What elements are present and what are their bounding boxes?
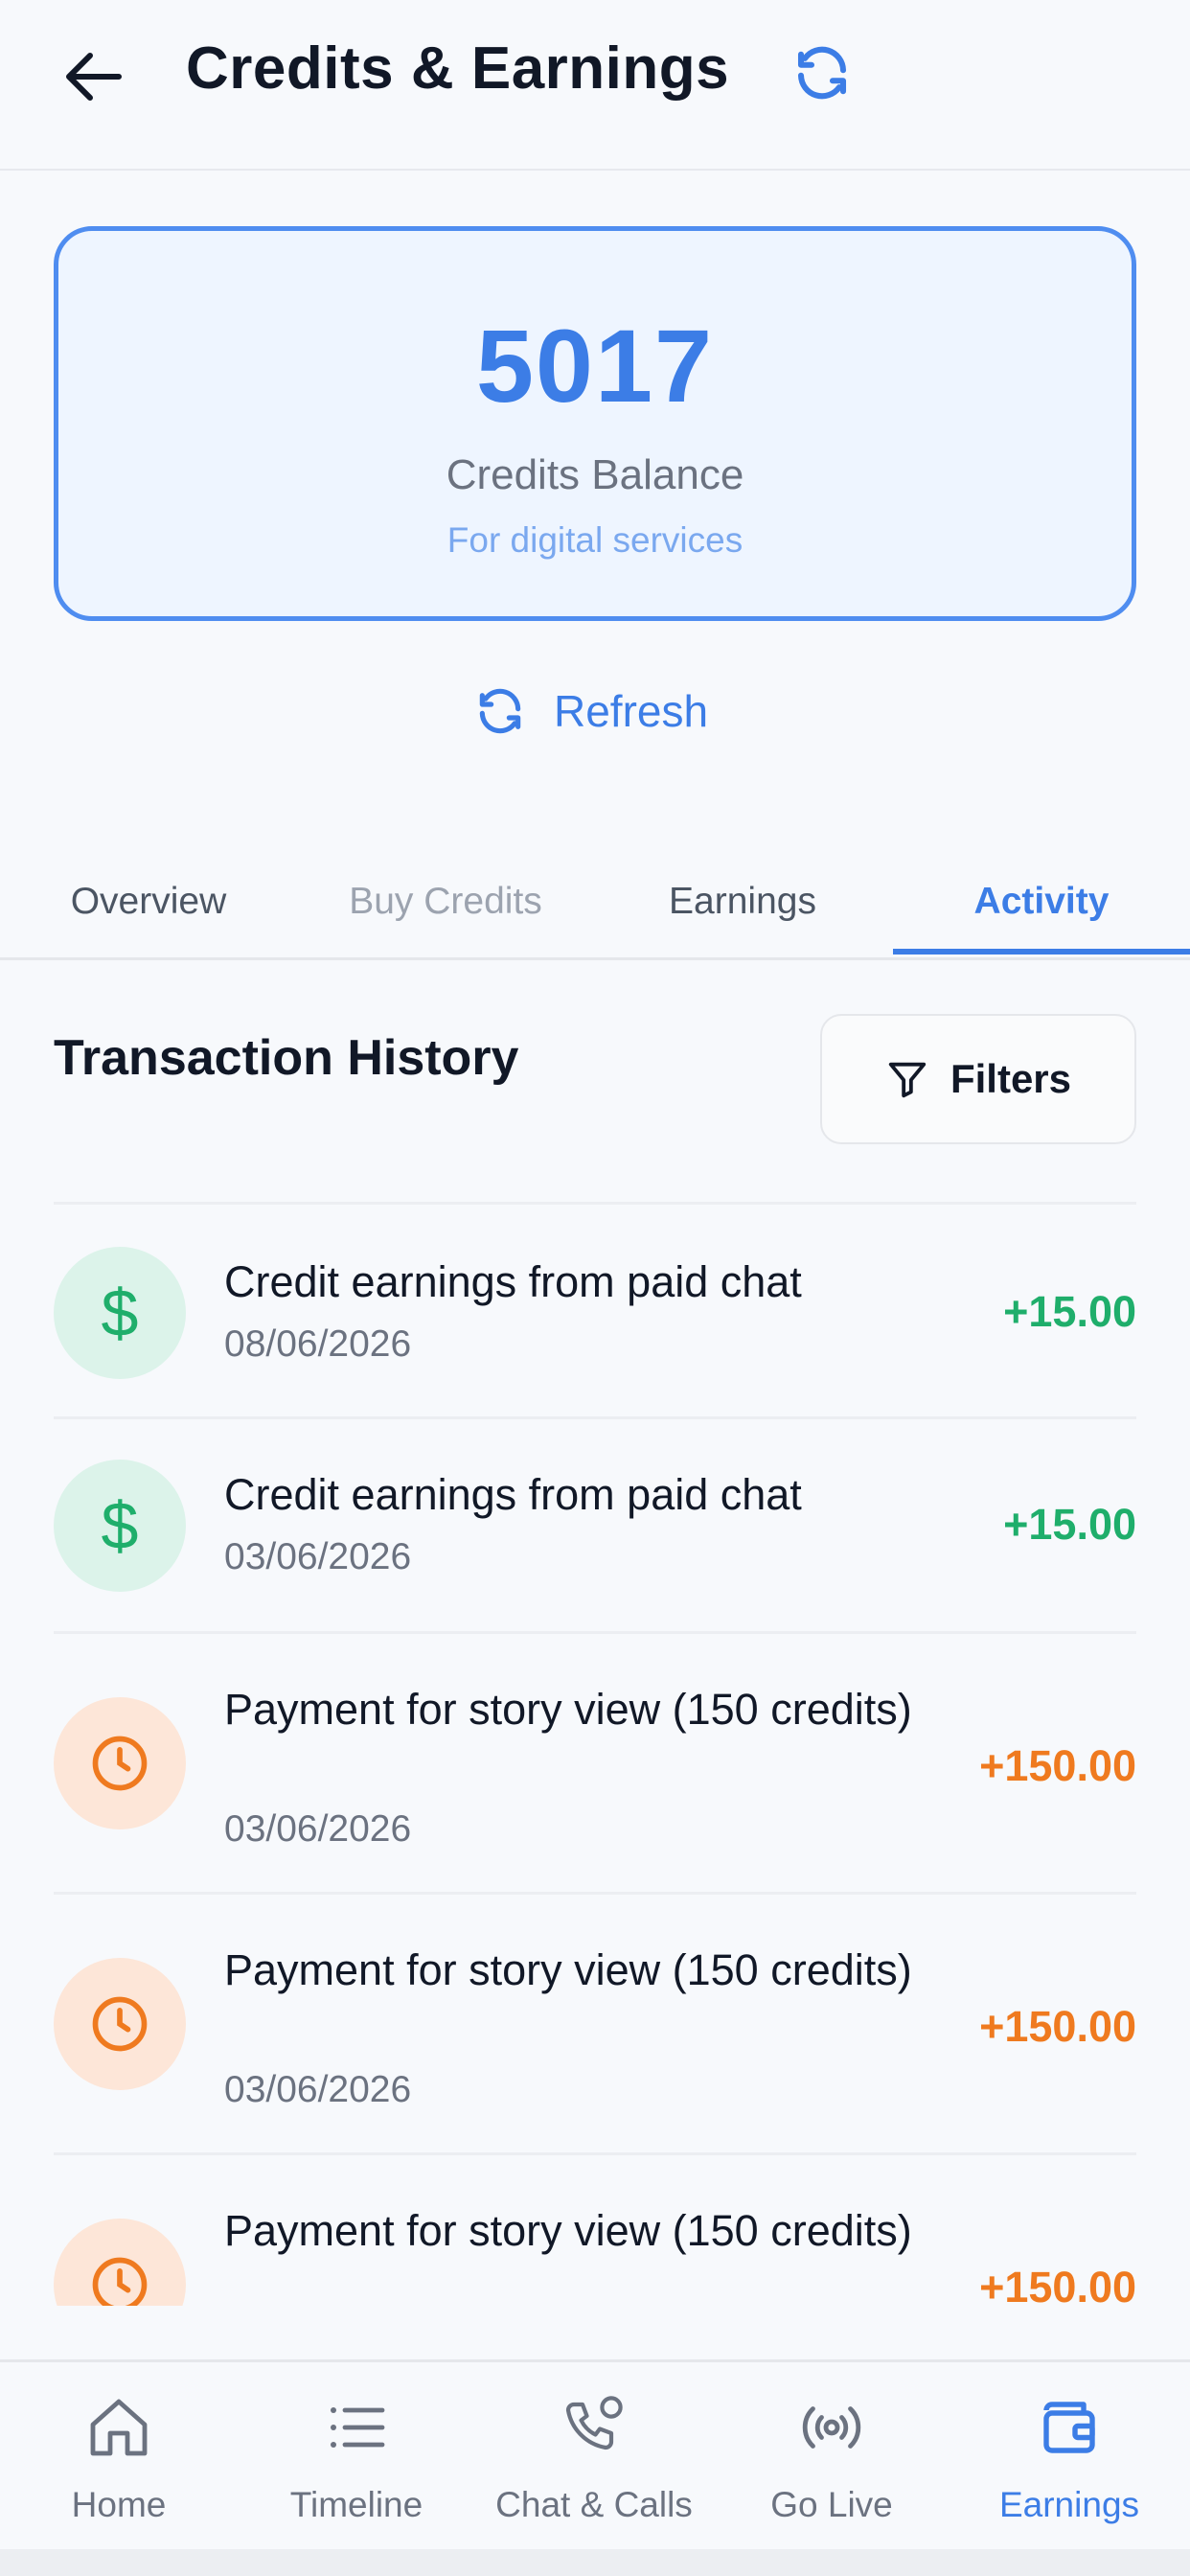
transaction-title: Payment for story view (150 credits)	[224, 1685, 912, 1734]
section-title: Transaction History	[54, 1030, 519, 1086]
transaction-title: Credit earnings from paid chat	[224, 1257, 802, 1306]
refresh-label: Refresh	[554, 686, 709, 736]
bottom-nav: Home Timeline Chat & Calls Go Live Earni…	[0, 2359, 1190, 2549]
transaction-amount: +150.00	[979, 1741, 1136, 1790]
clock-icon	[54, 1958, 186, 2090]
app-screen: Credits & Earnings 5017 Credits Balance …	[0, 0, 1190, 2549]
balance-card: 5017 Credits Balance For digital service…	[54, 226, 1136, 621]
tab-activity[interactable]: Activity	[893, 843, 1190, 960]
nav-label: Go Live	[770, 2485, 893, 2524]
tab-overview[interactable]: Overview	[0, 843, 297, 960]
top-bar: Credits & Earnings	[0, 0, 1190, 171]
nav-label: Earnings	[998, 2485, 1140, 2524]
tab-bar: Overview Buy Credits Earnings Activity	[0, 843, 1190, 960]
credits-balance-subtitle: For digital services	[446, 520, 744, 560]
dollar-icon: $	[54, 1460, 186, 1592]
transaction-row[interactable]: Payment for story view (150 credits) 03/…	[54, 1892, 1136, 2152]
nav-chat-calls[interactable]: Chat & Calls	[475, 2362, 713, 2549]
transaction-list: $ Credit earnings from paid chat 08/06/2…	[54, 1202, 1136, 2306]
transaction-amount: +15.00	[1003, 1287, 1136, 1336]
transaction-date: 03/06/2026	[224, 1808, 412, 1850]
refresh-button[interactable]: Refresh	[473, 673, 708, 749]
transaction-title: Payment for story view (150 credits)	[224, 1945, 912, 1994]
transaction-amount: +15.00	[1003, 1500, 1136, 1549]
filters-label: Filters	[950, 1056, 1072, 1101]
transaction-date: 03/06/2026	[224, 2069, 412, 2110]
nav-label: Chat & Calls	[495, 2485, 693, 2524]
page-title: Credits & Earnings	[186, 35, 730, 102]
transaction-date: 03/06/2026	[224, 1536, 412, 1577]
transaction-title: Credit earnings from paid chat	[224, 1470, 802, 1519]
home-icon	[0, 2391, 238, 2464]
transaction-row[interactable]: $ Credit earnings from paid chat 03/06/2…	[54, 1416, 1136, 1631]
refresh-icon	[479, 688, 521, 734]
refresh-icon	[797, 46, 847, 100]
transaction-date: 08/06/2026	[224, 1323, 412, 1365]
credits-balance-value: 5017	[475, 308, 715, 424]
credits-balance-label: Credits Balance	[446, 451, 744, 498]
nav-label: Timeline	[289, 2485, 423, 2524]
filter-icon	[888, 1062, 927, 1098]
clock-icon	[54, 2219, 186, 2306]
filters-button[interactable]: Filters	[820, 1014, 1136, 1144]
nav-home[interactable]: Home	[0, 2362, 238, 2549]
nav-go-live[interactable]: Go Live	[713, 2362, 950, 2549]
nav-label: Home	[71, 2485, 167, 2524]
transaction-amount: +150.00	[979, 2263, 1136, 2306]
active-tab-indicator	[893, 949, 1190, 954]
list-icon	[238, 2391, 475, 2464]
transaction-title: Payment for story view (150 credits)	[224, 2206, 912, 2255]
system-bar	[0, 2549, 1190, 2576]
transaction-row[interactable]: Payment for story view (150 credits) +15…	[54, 2152, 1136, 2306]
transaction-row[interactable]: Payment for story view (150 credits) 03/…	[54, 1631, 1136, 1892]
transaction-row[interactable]: $ Credit earnings from paid chat 08/06/2…	[54, 1202, 1136, 1416]
dollar-icon: $	[54, 1247, 186, 1379]
clock-icon	[54, 1697, 186, 1829]
nav-timeline[interactable]: Timeline	[238, 2362, 475, 2549]
tab-buy-credits[interactable]: Buy Credits	[297, 843, 594, 960]
transaction-amount: +150.00	[979, 2002, 1136, 2051]
back-button[interactable]	[54, 38, 130, 115]
tab-earnings[interactable]: Earnings	[594, 843, 891, 960]
phone-chat-icon	[475, 2391, 713, 2464]
arrow-left-icon	[66, 53, 122, 101]
header-refresh-button[interactable]	[784, 34, 860, 111]
wallet-icon	[950, 2391, 1188, 2464]
broadcast-icon	[713, 2391, 950, 2464]
nav-earnings[interactable]: Earnings	[950, 2362, 1188, 2549]
